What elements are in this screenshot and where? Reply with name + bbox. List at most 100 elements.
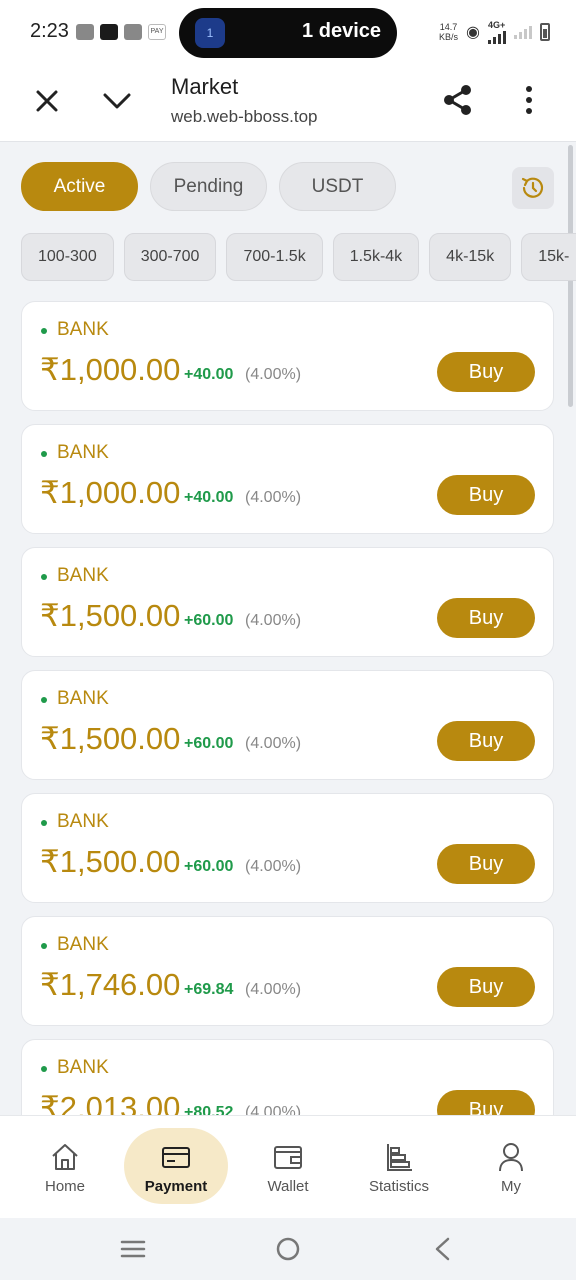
range-filter[interactable]: 1.5k-4k: [332, 233, 420, 281]
range-filter[interactable]: 100-300: [21, 233, 114, 281]
status-bar: 2:23 PAY 1 1 device 14.7 KB/s ◉ 4G+: [0, 0, 576, 66]
notification-pay-icon: PAY: [148, 24, 166, 40]
order-amount: ₹1,746.00: [40, 967, 181, 1002]
signal-4g: 4G+: [488, 20, 506, 44]
buy-button[interactable]: Buy: [437, 352, 535, 392]
order-amount: ₹1,000.00: [40, 352, 181, 387]
order-amount: ₹1,500.00: [40, 598, 181, 633]
order-card[interactable]: BANK ₹1,746.00 +69.84 (4.00%) Buy: [21, 916, 554, 1026]
buy-button[interactable]: Buy: [437, 967, 535, 1007]
card-icon: [162, 1147, 190, 1168]
buy-button[interactable]: Buy: [437, 721, 535, 761]
tab-usdt[interactable]: USDT: [279, 162, 396, 211]
wallet-icon: [274, 1146, 302, 1169]
payment-method: BANK: [57, 811, 109, 832]
nav-label: Wallet: [267, 1178, 309, 1195]
order-bonus: +69.84: [184, 981, 234, 998]
speed-unit: KB/s: [439, 32, 459, 42]
order-card[interactable]: BANK ₹1,500.00 +60.00 (4.00%) Buy: [21, 670, 554, 780]
order-card[interactable]: BANK ₹1,500.00 +60.00 (4.00%) Buy: [21, 793, 554, 903]
order-bonus: +40.00: [184, 489, 234, 506]
notification-icons: PAY: [76, 24, 166, 40]
order-bonus: +40.00: [184, 366, 234, 383]
range-filter[interactable]: 300-700: [123, 233, 217, 281]
payment-method: BANK: [57, 934, 109, 955]
page-title: Market: [171, 74, 239, 99]
buy-button[interactable]: Buy: [437, 598, 535, 638]
signal-bars-icon: [488, 30, 506, 44]
share-icon[interactable]: [440, 82, 476, 118]
range-filter[interactable]: 15k-: [521, 233, 576, 281]
amount-range-filters: 100-300 300-700 700-1.5k 1.5k-4k 4k-15k …: [21, 233, 576, 281]
status-dot: [41, 574, 47, 580]
page-url: web.web-bboss.top: [171, 107, 318, 126]
tab-pending[interactable]: Pending: [150, 162, 267, 211]
order-bonus: +60.00: [184, 858, 234, 875]
more-vert-icon[interactable]: [518, 84, 540, 116]
nav-label: Home: [44, 1178, 85, 1195]
tab-active[interactable]: Active: [21, 162, 138, 211]
notification-app-icon: [100, 24, 118, 40]
payment-method: BANK: [57, 442, 109, 463]
order-card[interactable]: BANK ₹1,000.00 +40.00 (4.00%) Buy: [21, 301, 554, 411]
nav-label: Payment: [144, 1178, 208, 1195]
order-percent: (4.00%): [245, 981, 302, 998]
order-percent: (4.00%): [245, 1104, 302, 1115]
order-percent: (4.00%): [245, 366, 302, 383]
nav-statistics[interactable]: Statistics: [349, 1116, 449, 1219]
back-icon[interactable]: [428, 1234, 458, 1264]
order-amount: ₹1,000.00: [40, 475, 181, 510]
status-time: 2:23: [30, 20, 69, 42]
status-dot: [41, 328, 47, 334]
order-card[interactable]: BANK ₹2,013.00 +80.52 (4.00%) Buy: [21, 1039, 554, 1115]
payment-method: BANK: [57, 319, 109, 340]
nav-wallet[interactable]: Wallet: [238, 1116, 338, 1219]
history-button[interactable]: [512, 167, 554, 209]
payment-method: BANK: [57, 1057, 109, 1078]
broadcast-icon: 1: [195, 18, 225, 48]
close-icon[interactable]: [30, 84, 64, 118]
status-dot: [41, 1066, 47, 1072]
status-tabs: Active Pending USDT: [21, 162, 396, 211]
nav-label: My: [501, 1178, 521, 1195]
order-percent: (4.00%): [245, 858, 302, 875]
recents-icon[interactable]: [118, 1234, 148, 1264]
status-dot: [41, 943, 47, 949]
buy-button[interactable]: Buy: [437, 475, 535, 515]
order-percent: (4.00%): [245, 735, 302, 752]
pill-badge: 1: [206, 26, 214, 40]
order-bonus: +60.00: [184, 612, 234, 629]
chevron-down-icon[interactable]: [100, 84, 134, 118]
pill-text: 1 device: [302, 20, 381, 42]
user-icon: [499, 1143, 523, 1172]
dynamic-pill[interactable]: 1 1 device: [179, 8, 397, 58]
statistics-icon: [387, 1144, 412, 1171]
home-circle-icon[interactable]: [273, 1234, 303, 1264]
status-dot: [41, 451, 47, 457]
network-type: 4G+: [488, 20, 506, 30]
buy-button[interactable]: Buy: [437, 1090, 535, 1115]
status-dot: [41, 697, 47, 703]
nav-label: Statistics: [368, 1178, 429, 1195]
buy-button[interactable]: Buy: [437, 844, 535, 884]
range-filter[interactable]: 700-1.5k: [226, 233, 323, 281]
range-filter[interactable]: 4k-15k: [429, 233, 512, 281]
signal-bars-secondary-icon: [514, 25, 532, 39]
network-speed: 14.7 KB/s: [439, 22, 458, 42]
history-icon: [521, 177, 544, 198]
order-card[interactable]: BANK ₹1,000.00 +40.00 (4.00%) Buy: [21, 424, 554, 534]
order-bonus: +60.00: [184, 735, 234, 752]
bottom-nav: Home Payment Wallet Statistics My: [0, 1115, 576, 1218]
order-percent: (4.00%): [245, 612, 302, 629]
nav-home[interactable]: Home: [15, 1116, 115, 1219]
nav-payment[interactable]: Payment: [124, 1116, 228, 1219]
order-amount: ₹2,013.00: [40, 1090, 181, 1115]
payment-method: BANK: [57, 565, 109, 586]
nav-my[interactable]: My: [461, 1116, 561, 1219]
order-percent: (4.00%): [245, 489, 302, 506]
order-card[interactable]: BANK ₹1,500.00 +60.00 (4.00%) Buy: [21, 547, 554, 657]
notification-download-icon: [124, 24, 142, 40]
market-content[interactable]: Active Pending USDT 100-300 300-700 700-…: [0, 143, 576, 1115]
payment-method: BANK: [57, 688, 109, 709]
hotspot-icon: ◉: [466, 24, 480, 41]
